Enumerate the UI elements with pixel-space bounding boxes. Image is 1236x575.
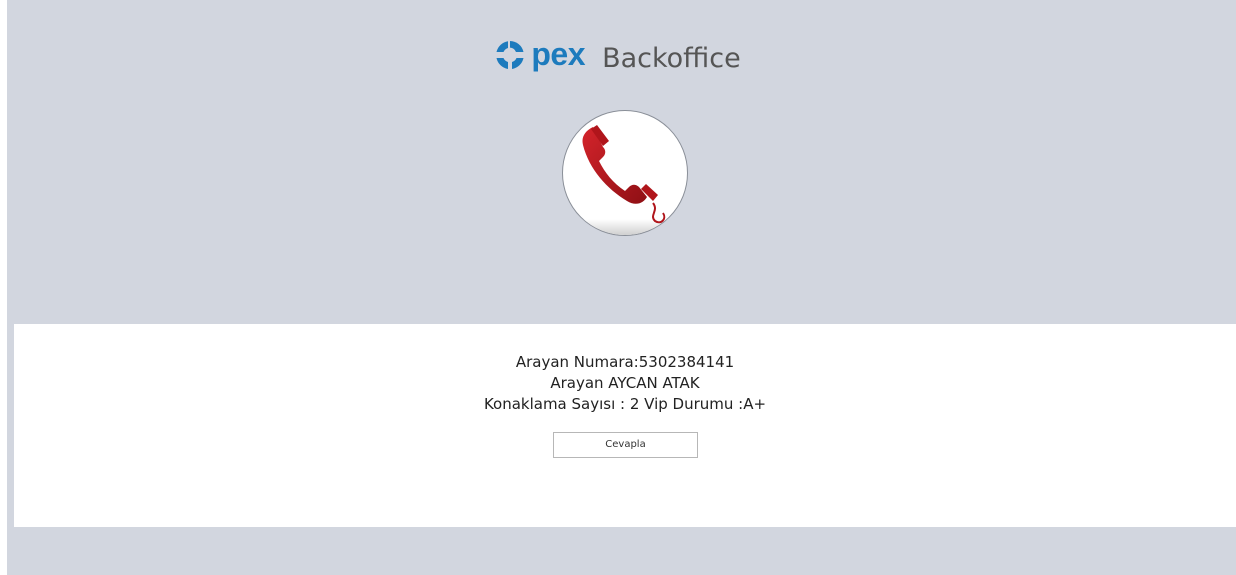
opex-o-icon [496,40,524,69]
app-name: Backoffice [602,42,741,74]
caller-number: Arayan Numara:5302384141 [515,353,735,371]
caller-details: Arayan Numara:5302384141 Arayan AYCAN AT… [14,352,1236,415]
incoming-call-page: pex Backoffice Arayan Numara:5302384141 … [0,0,1236,575]
caller-info-panel: Arayan Numara:5302384141 Arayan AYCAN AT… [14,324,1236,527]
brand-header: pex Backoffice [0,36,1236,80]
phone-handset-icon [562,110,688,236]
opex-logo: pex [495,36,585,80]
left-edge-strip [0,0,7,575]
answer-button[interactable]: Cevapla [553,432,698,458]
caller-name: Arayan AYCAN ATAK [550,374,700,392]
stay-count-vip-status: Konaklama Sayısı : 2 Vip Durumu :A+ [483,395,767,413]
logo-wordmark: pex [531,36,585,72]
